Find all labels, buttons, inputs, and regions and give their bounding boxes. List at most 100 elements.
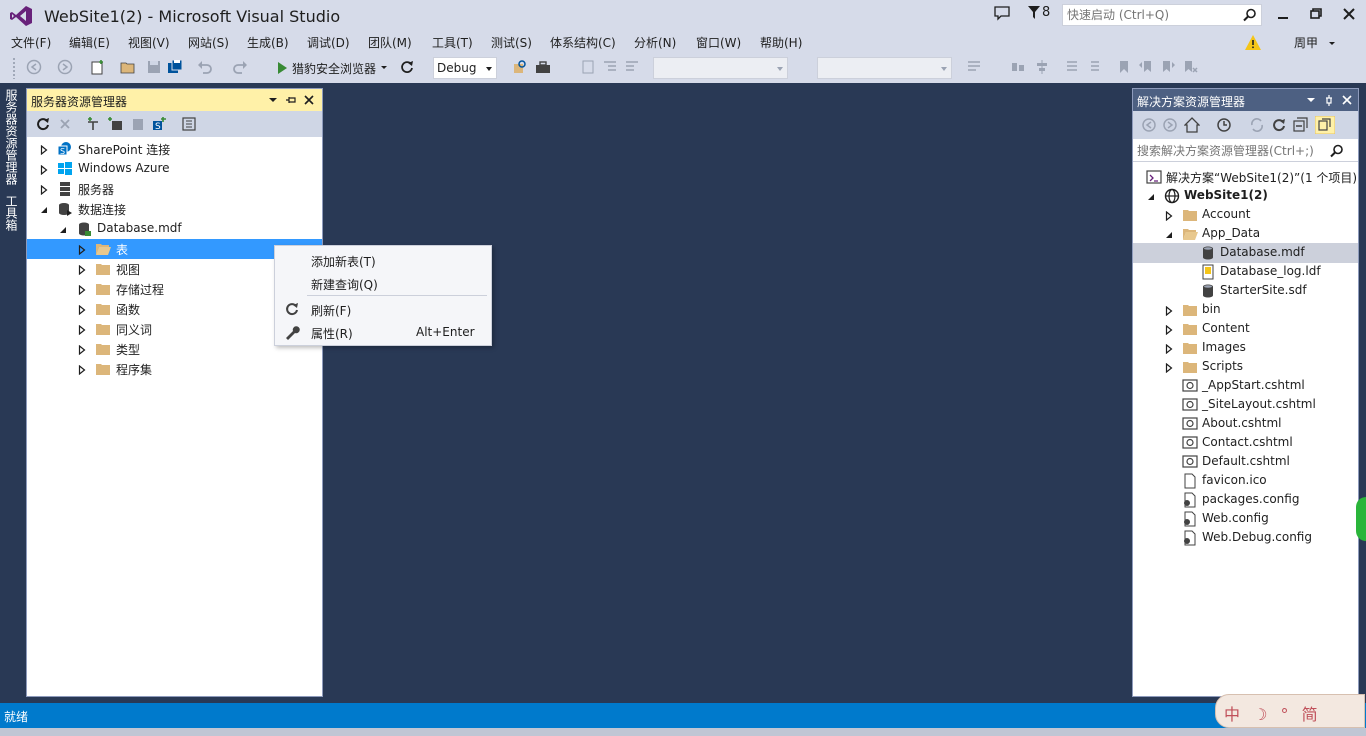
menu-edit[interactable]: 编辑(E) — [69, 34, 110, 51]
pin-icon[interactable] — [285, 94, 297, 106]
tree-item[interactable]: favicon.ico — [1133, 471, 1358, 491]
menu-team[interactable]: 团队(M) — [368, 34, 412, 51]
toolbar-grip[interactable] — [12, 57, 16, 79]
user-account-menu[interactable]: 周甲 — [1294, 34, 1336, 51]
floating-widget[interactable] — [1356, 497, 1366, 541]
back-icon[interactable] — [1141, 117, 1157, 133]
close-window-button[interactable] — [1334, 4, 1364, 24]
sync-icon[interactable] — [1249, 117, 1265, 133]
list-icon[interactable] — [1064, 59, 1080, 75]
expand-arrow-icon[interactable] — [77, 244, 87, 256]
tree-item[interactable]: 数据连接 — [27, 199, 322, 219]
solution-search-box[interactable] — [1133, 140, 1358, 162]
stop-icon[interactable] — [57, 116, 73, 132]
tab-toolbox[interactable]: 工具箱 — [4, 195, 20, 231]
minimize-button[interactable] — [1268, 4, 1298, 24]
bookmark-icon[interactable] — [1116, 59, 1132, 75]
show-all-files-icon[interactable] — [1315, 116, 1335, 134]
properties-icon[interactable] — [181, 116, 197, 132]
search-icon[interactable] — [1243, 8, 1257, 22]
expand-arrow-icon[interactable] — [1164, 210, 1174, 222]
menu-window[interactable]: 窗口(W) — [696, 34, 741, 51]
menu-test[interactable]: 测试(S) — [491, 34, 532, 51]
close-icon[interactable] — [303, 94, 315, 106]
refresh-icon[interactable] — [1271, 117, 1287, 133]
tree-item[interactable]: bin — [1133, 300, 1358, 320]
context-menu-new-query[interactable]: 新建查询(Q) — [275, 272, 491, 294]
tree-item[interactable]: Default.cshtml — [1133, 452, 1358, 472]
close-icon[interactable] — [1341, 94, 1353, 106]
quick-launch-input[interactable] — [1067, 7, 1237, 23]
tab-server-explorer[interactable]: 服务器资源管理器 — [4, 89, 20, 185]
menu-tools[interactable]: 工具(T) — [432, 34, 473, 51]
connect-database-icon[interactable] — [85, 116, 101, 132]
align-center-icon[interactable] — [1034, 59, 1050, 75]
chevron-down-icon[interactable] — [1305, 94, 1317, 106]
expand-arrow-icon[interactable] — [39, 164, 49, 176]
collapse-arrow-icon[interactable] — [39, 204, 49, 214]
menu-analyze[interactable]: 分析(N) — [634, 34, 676, 51]
pin-icon[interactable] — [1323, 94, 1335, 106]
save-icon[interactable] — [146, 59, 162, 75]
tree-item[interactable]: StarterSite.sdf — [1133, 281, 1358, 301]
solution-search-input[interactable] — [1137, 143, 1322, 159]
tree-item[interactable]: Web.config — [1133, 509, 1358, 529]
notification-icon[interactable] — [994, 5, 1010, 21]
menu-file[interactable]: 文件(F) — [11, 34, 51, 51]
tree-item[interactable]: Scripts — [1133, 357, 1358, 377]
open-file-icon[interactable] — [120, 59, 136, 75]
expand-arrow-icon[interactable] — [77, 304, 87, 316]
format-icon[interactable] — [580, 59, 596, 75]
restore-button[interactable] — [1300, 4, 1330, 24]
expand-arrow-icon[interactable] — [77, 324, 87, 336]
tree-item[interactable]: 程序集 — [27, 359, 322, 379]
quick-launch-box[interactable] — [1062, 4, 1262, 26]
tree-item[interactable]: Database_log.ldf — [1133, 262, 1358, 282]
azure-connect-icon[interactable]: S — [151, 116, 167, 132]
expand-arrow-icon[interactable] — [77, 264, 87, 276]
tree-item[interactable]: Account — [1133, 205, 1358, 225]
expand-arrow-icon[interactable] — [1164, 343, 1174, 355]
warning-icon[interactable] — [1245, 35, 1261, 50]
toolbar-combo-2[interactable] — [817, 57, 952, 79]
list-outdent-icon[interactable] — [1086, 59, 1102, 75]
menu-view[interactable]: 视图(V) — [128, 34, 170, 51]
expand-arrow-icon[interactable] — [77, 344, 87, 356]
expand-arrow-icon[interactable] — [39, 144, 49, 156]
tree-item[interactable]: About.cshtml — [1133, 414, 1358, 434]
tree-item[interactable]: Web.Debug.config — [1133, 528, 1358, 548]
filter-icon[interactable] — [1028, 6, 1040, 20]
menu-build[interactable]: 生成(B) — [247, 34, 289, 51]
save-all-icon[interactable] — [167, 59, 183, 75]
tree-item[interactable]: _SiteLayout.cshtml — [1133, 395, 1358, 415]
context-menu-refresh[interactable]: 刷新(F) — [275, 298, 491, 320]
tree-item[interactable]: Windows Azure — [27, 159, 322, 179]
expand-arrow-icon[interactable] — [1164, 362, 1174, 374]
solution-configuration-select[interactable]: Debug — [433, 57, 497, 79]
expand-arrow-icon[interactable] — [77, 364, 87, 376]
search-icon[interactable] — [1330, 144, 1344, 158]
menu-architecture[interactable]: 体系结构(C) — [550, 34, 616, 51]
back-icon[interactable] — [26, 59, 42, 75]
tree-item[interactable]: packages.config — [1133, 490, 1358, 510]
home-icon[interactable] — [1184, 117, 1200, 133]
tree-item[interactable]: Database.mdf — [27, 219, 322, 239]
outdent-icon[interactable] — [624, 59, 640, 75]
align-icon[interactable] — [1010, 59, 1026, 75]
tree-item[interactable]: Database.mdf — [1133, 243, 1358, 263]
forward-icon[interactable] — [57, 59, 73, 75]
menu-help[interactable]: 帮助(H) — [760, 34, 802, 51]
new-project-icon[interactable] — [90, 59, 106, 75]
find-in-files-icon[interactable] — [512, 59, 528, 75]
tree-item[interactable]: WebSite1(2) — [1133, 186, 1358, 206]
tree-item[interactable]: _AppStart.cshtml — [1133, 376, 1358, 396]
expand-arrow-icon[interactable] — [39, 184, 49, 196]
connect-server-icon[interactable] — [107, 116, 123, 132]
ime-toolbar[interactable]: 中 ☽ ° 简 — [1215, 694, 1365, 728]
bookmark-next-icon[interactable] — [1160, 59, 1176, 75]
menu-website[interactable]: 网站(S) — [188, 34, 229, 51]
collapse-arrow-icon[interactable] — [1164, 229, 1174, 239]
toolbar-combo-1[interactable] — [653, 57, 788, 79]
context-menu-properties[interactable]: 属性(R) Alt+Enter — [275, 321, 491, 343]
toolbox-icon[interactable] — [535, 59, 551, 75]
